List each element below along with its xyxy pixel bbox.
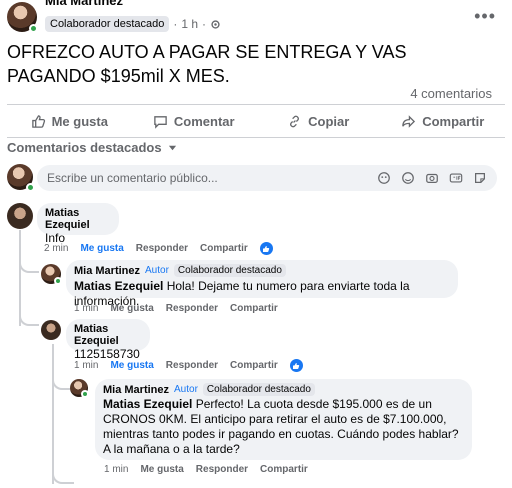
like-label: Me gusta [51,113,108,129]
author-tag: Autor [145,265,169,276]
more-options-icon[interactable]: ••• [474,6,496,27]
comment-time[interactable]: 1 min [74,360,98,371]
post-text: OFREZCO AUTO A PAGAR SE ENTREGA Y VAS PA… [7,42,407,86]
thread-connector [52,374,70,390]
separator-dot: · [173,17,178,31]
comment-label: Comentar [173,113,235,129]
sticker-icon[interactable] [472,170,487,185]
comment-input[interactable]: Escribe un comentario público... [37,165,497,191]
comment-share-button[interactable]: Compartir [260,464,308,475]
featured-comments-label: Comentarios destacados [7,140,162,155]
comment-bubble: Matias Ezequiel Info [37,203,119,245]
comment-actions: 1 min Me gusta Responder Compartir [74,303,278,314]
comment-like-button[interactable]: Me gusta [110,303,153,314]
contributor-badge: Colaborador destacado [173,264,286,277]
comment-time[interactable]: 2 min [44,243,68,254]
comment-bubble: Mia Martinez Autor Colaborador destacado… [95,379,472,460]
comment-reply-button[interactable]: Responder [166,303,218,314]
online-indicator [54,277,62,285]
share-arrow-icon [402,114,416,128]
post-author-name[interactable]: Mia Martinez [45,0,123,8]
comment-text: Matias Ezequiel Perfecto! La cuota desde… [103,397,464,457]
commenter-avatar[interactable] [41,320,61,340]
commenter-avatar[interactable] [7,203,33,229]
comment-author[interactable]: Matias Ezequiel [45,207,111,231]
comment-icon [154,115,167,129]
comment-time[interactable]: 1 min [104,464,128,475]
share-button[interactable]: Compartir [381,105,506,137]
comment-bubble: Mia Martinez Autor Colaborador destacado… [66,260,458,308]
comment-header: Mia Martinez Autor Colaborador destacado [74,264,450,277]
comment-share-button[interactable]: Compartir [200,243,248,254]
mention-link[interactable]: Matias Ezequiel [103,397,192,411]
comment-header: Mia Martinez Autor Colaborador destacado [103,383,464,396]
comment-share-button[interactable]: Compartir [230,360,278,371]
author-tag: Autor [174,384,198,395]
mention-link[interactable]: Matias Ezequiel [74,279,163,293]
avatar-sticker-icon[interactable] [376,170,391,185]
comment-like-button[interactable]: Me gusta [140,464,183,475]
online-indicator [81,390,89,398]
emoji-icon[interactable] [400,170,415,185]
featured-comments-dropdown[interactable]: Comentarios destacados [7,140,177,155]
comment-author[interactable]: Mia Martinez [74,265,140,277]
comment-reply-button[interactable]: Responder [166,360,218,371]
comment-reply-button[interactable]: Responder [196,464,248,475]
comment-input-placeholder: Escribe un comentario público... [47,171,218,185]
comment-like-button[interactable]: Me gusta [80,243,123,254]
like-reaction-icon[interactable] [289,359,303,372]
copy-label: Copiar [308,113,350,129]
like-button[interactable]: Me gusta [7,105,132,137]
post-actions-bar: Me gusta Comentar Copiar Compartir [7,104,505,138]
comment-like-button[interactable]: Me gusta [110,360,153,371]
contributor-badge: Colaborador destacado [202,383,315,396]
settings-icon [211,19,220,29]
separator-dot: · [202,17,207,31]
comment-author[interactable]: Mia Martinez [103,384,169,396]
thread-connector [52,468,74,484]
gif-icon[interactable] [448,170,463,185]
share-label: Compartir [422,113,485,129]
input-icons [376,170,487,185]
comments-count[interactable]: 4 comentarios [410,86,492,101]
comment-author[interactable]: Matias Ezequiel [74,323,142,347]
thumbs-up-icon [31,114,45,128]
comment-actions: 2 min Me gusta Responder Compartir [44,242,273,255]
like-reaction-icon[interactable] [259,242,273,255]
comment-reply-button[interactable]: Responder [136,243,188,254]
post-meta: Colaborador destacado · 1 h · [45,16,221,32]
thread-line [52,344,54,484]
comment-share-button[interactable]: Compartir [230,303,278,314]
camera-icon[interactable] [424,170,439,185]
thread-connector [19,255,39,273]
comment-actions: 1 min Me gusta Responder Compartir [74,359,303,372]
comment-time[interactable]: 1 min [74,303,98,314]
comment-button[interactable]: Comentar [132,105,257,137]
post-time[interactable]: 1 h [181,17,198,31]
comment-bubble: Matias Ezequiel 1125158730 [66,319,150,361]
copy-button[interactable]: Copiar [256,105,381,137]
link-icon [290,115,300,127]
online-indicator [29,24,38,33]
online-indicator [26,183,35,192]
contributor-badge: Colaborador destacado [45,16,170,32]
caret-down-icon [168,145,176,151]
thread-connector [19,308,39,326]
comment-actions: 1 min Me gusta Responder Compartir [104,464,308,475]
